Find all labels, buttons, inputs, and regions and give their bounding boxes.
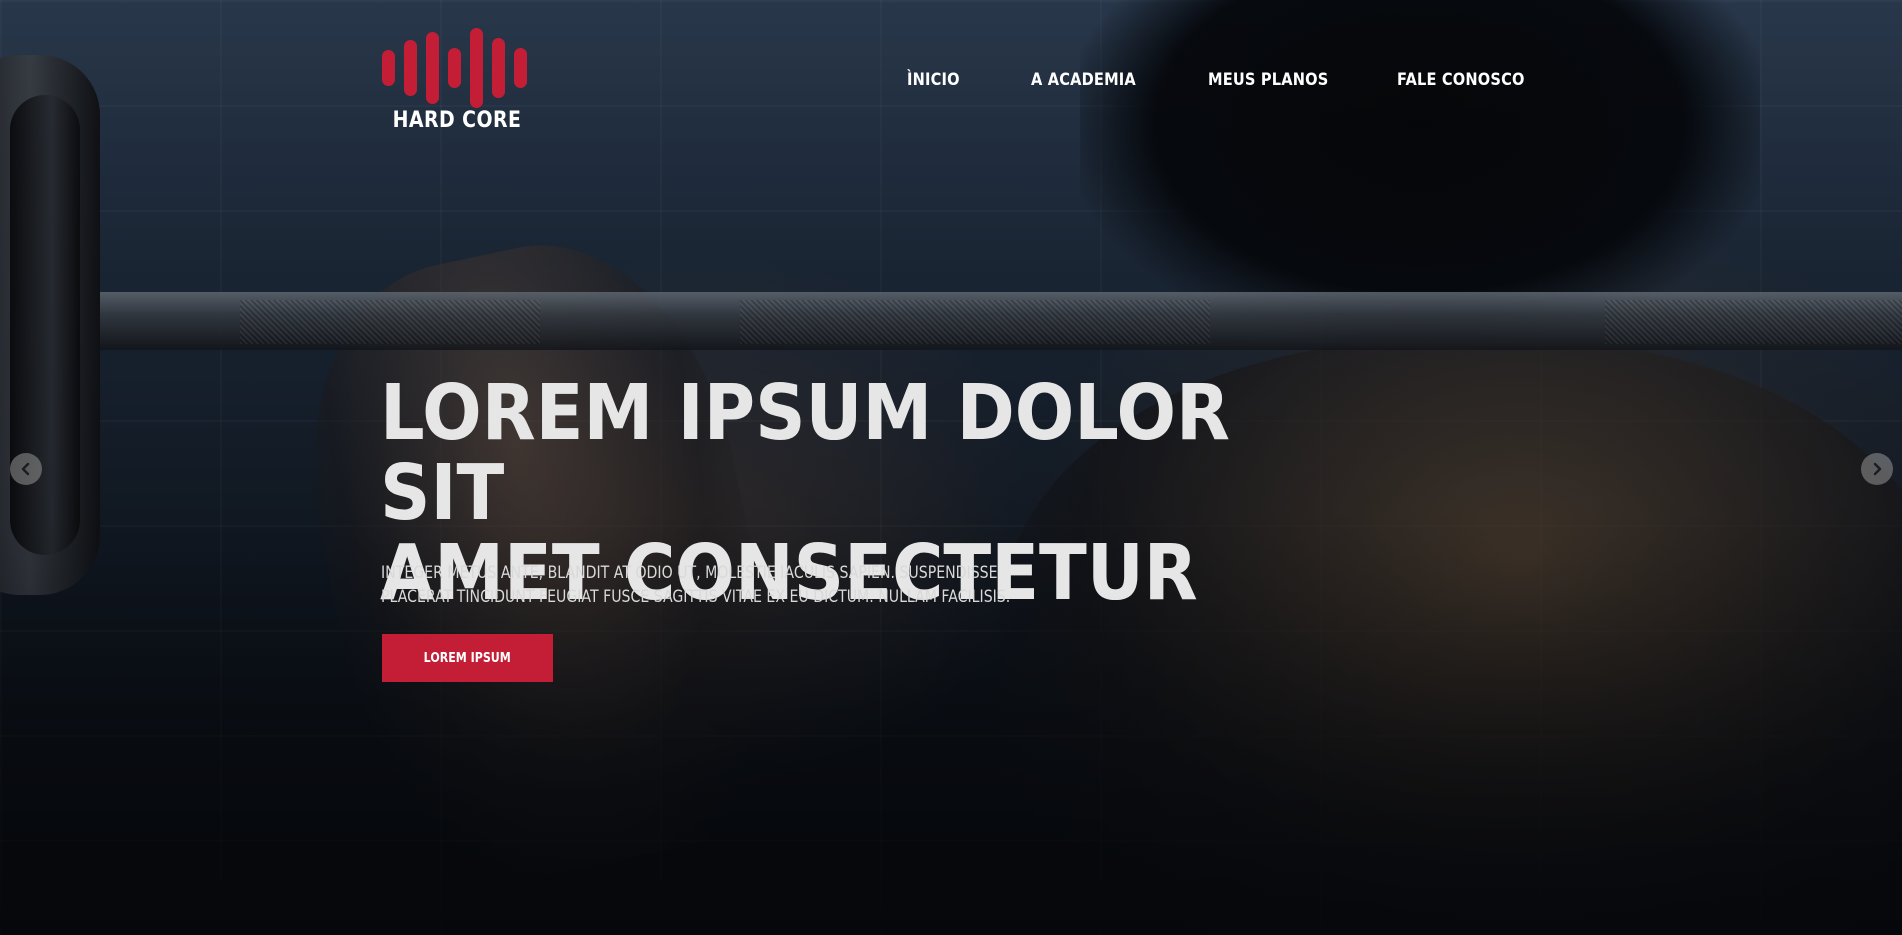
nav-item-academia[interactable]: A ACADEMIA [1031,70,1136,90]
logo-text: HARD CORE [392,108,522,133]
nav-item-inicio[interactable]: ÌNICIO [907,70,960,90]
carousel-next-button[interactable] [1861,453,1893,485]
hero-subtitle: INTEGER METUS ANTE, BLANDIT AT ODIO UT, … [381,561,1012,609]
hero-subtitle-line: PLACERAT TINCIDUNT FEUGIAT FUSCE SAGITTI… [381,587,1011,607]
carousel-prev-button[interactable] [10,453,42,485]
nav-item-planos[interactable]: MEUS PLANOS [1208,70,1328,90]
chevron-right-icon [1873,462,1882,476]
main-nav: ÌNICIO A ACADEMIA MEUS PLANOS FALE CONOS… [0,70,1902,98]
nav-item-contato[interactable]: FALE CONOSCO [1397,70,1525,90]
chevron-left-icon [21,462,30,476]
hero-headline-line: LOREM IPSUM DOLOR SIT [380,369,1230,538]
hero-banner: HARD CORE ÌNICIO A ACADEMIA MEUS PLANOS … [0,0,1902,935]
hero-subtitle-line: INTEGER METUS ANTE, BLANDIT AT ODIO UT, … [381,563,998,583]
cta-button[interactable]: LOREM IPSUM [382,634,553,682]
cta-button-label: LOREM IPSUM [423,650,512,666]
